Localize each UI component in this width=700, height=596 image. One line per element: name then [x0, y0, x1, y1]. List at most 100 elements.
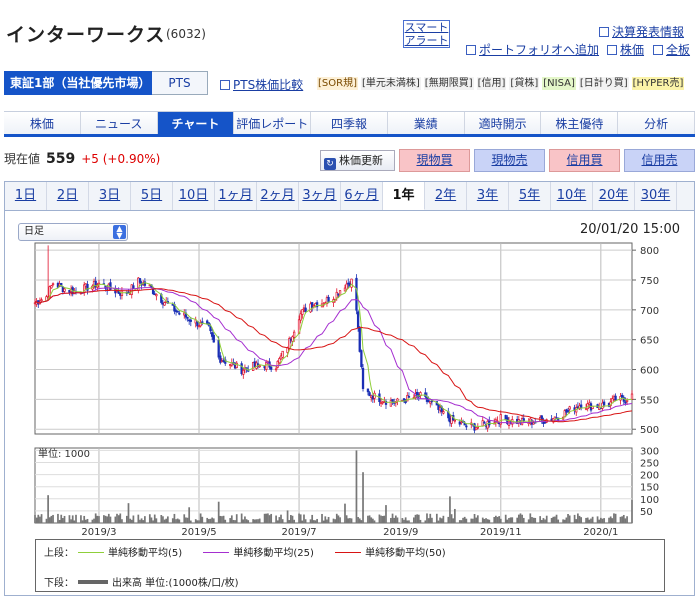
volume-bar [565, 517, 568, 523]
volume-bar [276, 520, 279, 523]
price-value: 559 [46, 151, 76, 167]
volume-bar [71, 515, 74, 523]
candle [361, 367, 365, 389]
volume-bar [150, 517, 153, 523]
volume-plot-frame [34, 447, 633, 524]
volume-bar [234, 520, 236, 523]
trade-button-3[interactable]: 信用売 [624, 149, 695, 172]
pts-compare-label: PTS株価比較 [233, 78, 304, 92]
volume-bar [511, 517, 514, 523]
volume-bar [148, 514, 151, 523]
badge-6: [日計り買] [578, 77, 629, 90]
pts-tab[interactable]: PTS [152, 71, 208, 95]
trade-button-2[interactable]: 信用買 [549, 149, 620, 172]
volume-bar [540, 519, 543, 523]
nav-tab-7[interactable]: 株主優待 [541, 112, 619, 134]
chart-legend: 上段： 単純移動平均(5) 単純移動平均(25) 単純移動平均(50) 下段： 出来… [35, 539, 665, 592]
candle [274, 368, 278, 371]
volume-bar [171, 518, 174, 523]
nav-tab-2[interactable]: チャート [157, 112, 235, 134]
volume-bar [499, 518, 502, 523]
stock-code: (6032) [166, 27, 206, 41]
volume-bar [552, 516, 555, 523]
volume-bar [450, 514, 453, 523]
candle [155, 294, 158, 297]
candle [304, 307, 307, 313]
candle [132, 285, 135, 290]
volume-bar [401, 518, 404, 523]
earnings-link-label: 決算発表情報 [612, 25, 685, 39]
volume-bar [403, 519, 405, 523]
candle [625, 400, 629, 402]
stock-price-link[interactable]: 株価 [607, 41, 644, 58]
volume-bar [608, 517, 610, 523]
volume-bar [132, 515, 135, 523]
volume-bar [408, 520, 410, 523]
volume-bar [591, 516, 594, 523]
volume-bar [286, 510, 289, 523]
volume-bar [345, 515, 348, 523]
chart-panel: 1日 2日 3日 5日 10日 1ヶ月 2ヶ月 3ヶ月 6ヶ月 1年 2年 3年 5年 10年 20年 30年… [4, 181, 695, 596]
volume-bar [332, 518, 335, 523]
volume-bar [347, 518, 350, 523]
candle [63, 288, 66, 292]
smart-alert-button[interactable]: スマート アラート [403, 20, 450, 48]
volume-bar [139, 519, 141, 523]
volume-bar [186, 517, 189, 523]
nav-tab-0[interactable]: 株価 [4, 112, 81, 134]
x-tick-label: 2019/9 [383, 527, 418, 538]
volume-bar [104, 515, 107, 523]
volume-bar [334, 519, 336, 523]
candle [624, 401, 627, 404]
smart-alert-label-2: アラート [404, 34, 449, 47]
nav-tab-4[interactable]: 四季報 [311, 112, 388, 134]
volume-unit-label: 単位: 1000 [38, 447, 90, 460]
volume-bar [367, 515, 369, 523]
candle [345, 283, 348, 290]
full-board-link[interactable]: 全板 [653, 41, 690, 58]
pts-compare-link[interactable]: PTS株価比較 [220, 76, 303, 93]
volume-bar [70, 519, 72, 523]
volume-bar [96, 515, 99, 523]
current-price: 現在値 559 +5 (+0.90%) [4, 150, 160, 167]
volume-bar [288, 520, 291, 523]
y-tick-label: 600 [640, 366, 659, 377]
stock-name: インターワークス [6, 24, 166, 46]
volume-bar [460, 520, 463, 523]
volume-bar [116, 513, 118, 523]
volume-bar [508, 518, 510, 523]
market-tab[interactable]: 東証1部（当社優先市場） [4, 71, 152, 95]
nav-tab-1[interactable]: ニュース [80, 112, 158, 134]
volume-bar [542, 518, 545, 523]
portfolio-add-link[interactable]: ポートフォリオへ追加 [466, 41, 599, 58]
nav-tab-5[interactable]: 業績 [387, 112, 465, 134]
nav-tab-3[interactable]: 評価レポート [234, 112, 312, 134]
volume-bar [416, 514, 419, 523]
nav-tab-6[interactable]: 適時開示 [464, 112, 542, 134]
volume-bar [321, 513, 323, 523]
volume-bar [413, 517, 415, 523]
earnings-link[interactable]: 決算発表情報 [599, 23, 684, 40]
candle [465, 425, 468, 428]
trade-button-1[interactable]: 現物売 [474, 149, 545, 172]
candle [453, 419, 457, 422]
candle [178, 312, 181, 315]
candle [350, 278, 353, 288]
price-update-button[interactable]: ↻ 株価更新 [320, 150, 395, 171]
nav-tab-8[interactable]: 分析 [618, 112, 696, 134]
trade-button-0[interactable]: 現物買 [399, 149, 470, 172]
price-plot-frame [34, 242, 633, 435]
stock-price-label: 株価 [620, 43, 645, 57]
volume-bar [265, 513, 268, 523]
volume-bar [58, 519, 61, 523]
volume-bar [107, 513, 110, 523]
volume-bar [73, 520, 76, 523]
volume-bar [622, 514, 625, 523]
y-tick-label: 500 [640, 425, 659, 436]
volume-bar [75, 514, 77, 523]
stock-page: { "header": { "stock_name": "インターワークス", … [0, 0, 700, 596]
candle [483, 421, 486, 424]
candle [40, 299, 43, 302]
legend-ma5-swatch [78, 552, 104, 553]
volume-bar [431, 517, 433, 523]
